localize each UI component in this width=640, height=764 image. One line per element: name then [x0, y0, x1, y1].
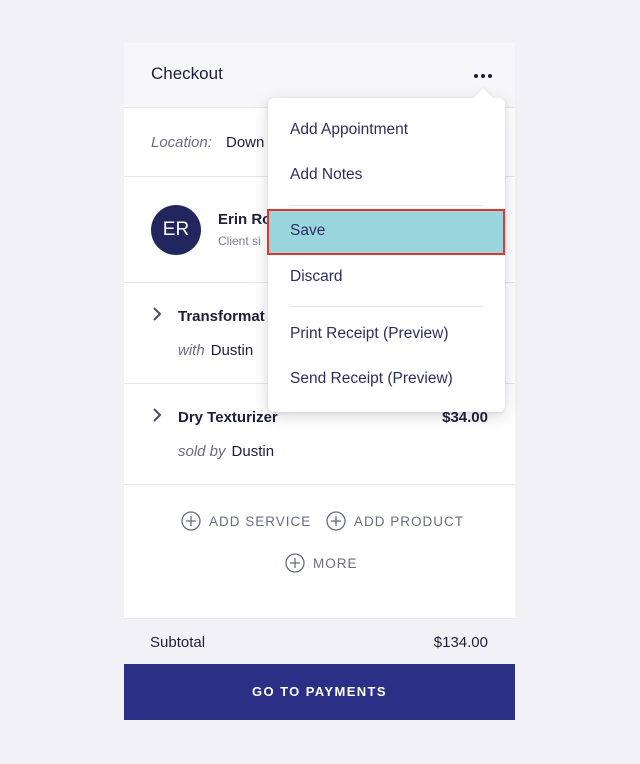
add-product-button[interactable]: ADD PRODUCT	[326, 511, 464, 531]
more-button[interactable]: MORE	[285, 553, 358, 573]
menu-item-send-receipt[interactable]: Send Receipt (Preview)	[268, 358, 505, 402]
add-actions: ADD SERVICE ADD PRODUCT MORE	[124, 485, 515, 617]
avatar: ER	[151, 205, 201, 255]
plus-circle-icon	[285, 553, 305, 573]
menu-item-label: Print Receipt (Preview)	[290, 325, 449, 342]
line-item-staff-name: Dustin	[210, 342, 254, 359]
line-item-name: Dry Texturizer	[178, 409, 278, 426]
menu-item-label: Discard	[290, 268, 343, 285]
location-label: Location:	[151, 134, 212, 151]
add-service-button[interactable]: ADD SERVICE	[181, 511, 311, 531]
line-item-staff: with Dustin	[178, 342, 253, 359]
subtotal-label: Subtotal	[150, 634, 206, 651]
menu-item-print-receipt[interactable]: Print Receipt (Preview)	[268, 313, 505, 357]
subtotal-row: Subtotal $134.00	[124, 618, 515, 665]
menu-divider	[290, 205, 483, 206]
subtotal-value: $134.00	[433, 634, 488, 651]
line-item-staff: sold by Dustin	[178, 443, 274, 460]
client-name: Erin Ro	[218, 211, 272, 228]
menu-item-label: Add Notes	[290, 166, 363, 183]
menu-divider	[290, 306, 483, 307]
location-value: Down	[226, 134, 265, 151]
more-options-icon[interactable]	[474, 67, 494, 83]
line-item-staff-name: Dustin	[231, 443, 275, 460]
plus-circle-icon	[181, 511, 201, 531]
add-service-label: ADD SERVICE	[209, 513, 312, 529]
menu-item-add-notes[interactable]: Add Notes	[268, 154, 505, 198]
more-label: MORE	[313, 555, 358, 571]
page-title: Checkout	[151, 64, 223, 83]
menu-item-discard[interactable]: Discard	[268, 256, 505, 300]
menu-item-add-appointment[interactable]: Add Appointment	[268, 109, 505, 153]
client-subtitle: Client si	[218, 234, 261, 248]
plus-circle-icon	[326, 511, 346, 531]
menu-item-label: Add Appointment	[290, 121, 409, 138]
line-item-staff-label: with	[178, 342, 205, 359]
add-product-label: ADD PRODUCT	[354, 513, 465, 529]
chevron-right-icon	[153, 408, 162, 422]
line-item-name: Transformat	[178, 308, 265, 325]
menu-item-label: Save	[290, 222, 326, 239]
menu-item-label: Send Receipt (Preview)	[290, 370, 453, 387]
chevron-right-icon	[153, 307, 162, 321]
menu-item-save[interactable]: Save	[267, 209, 505, 255]
options-dropdown-menu: Add Appointment Add Notes Save Discard P…	[267, 88, 505, 412]
go-to-payments-button[interactable]: GO TO PAYMENTS	[124, 664, 515, 720]
line-item-staff-label: sold by	[178, 443, 226, 460]
